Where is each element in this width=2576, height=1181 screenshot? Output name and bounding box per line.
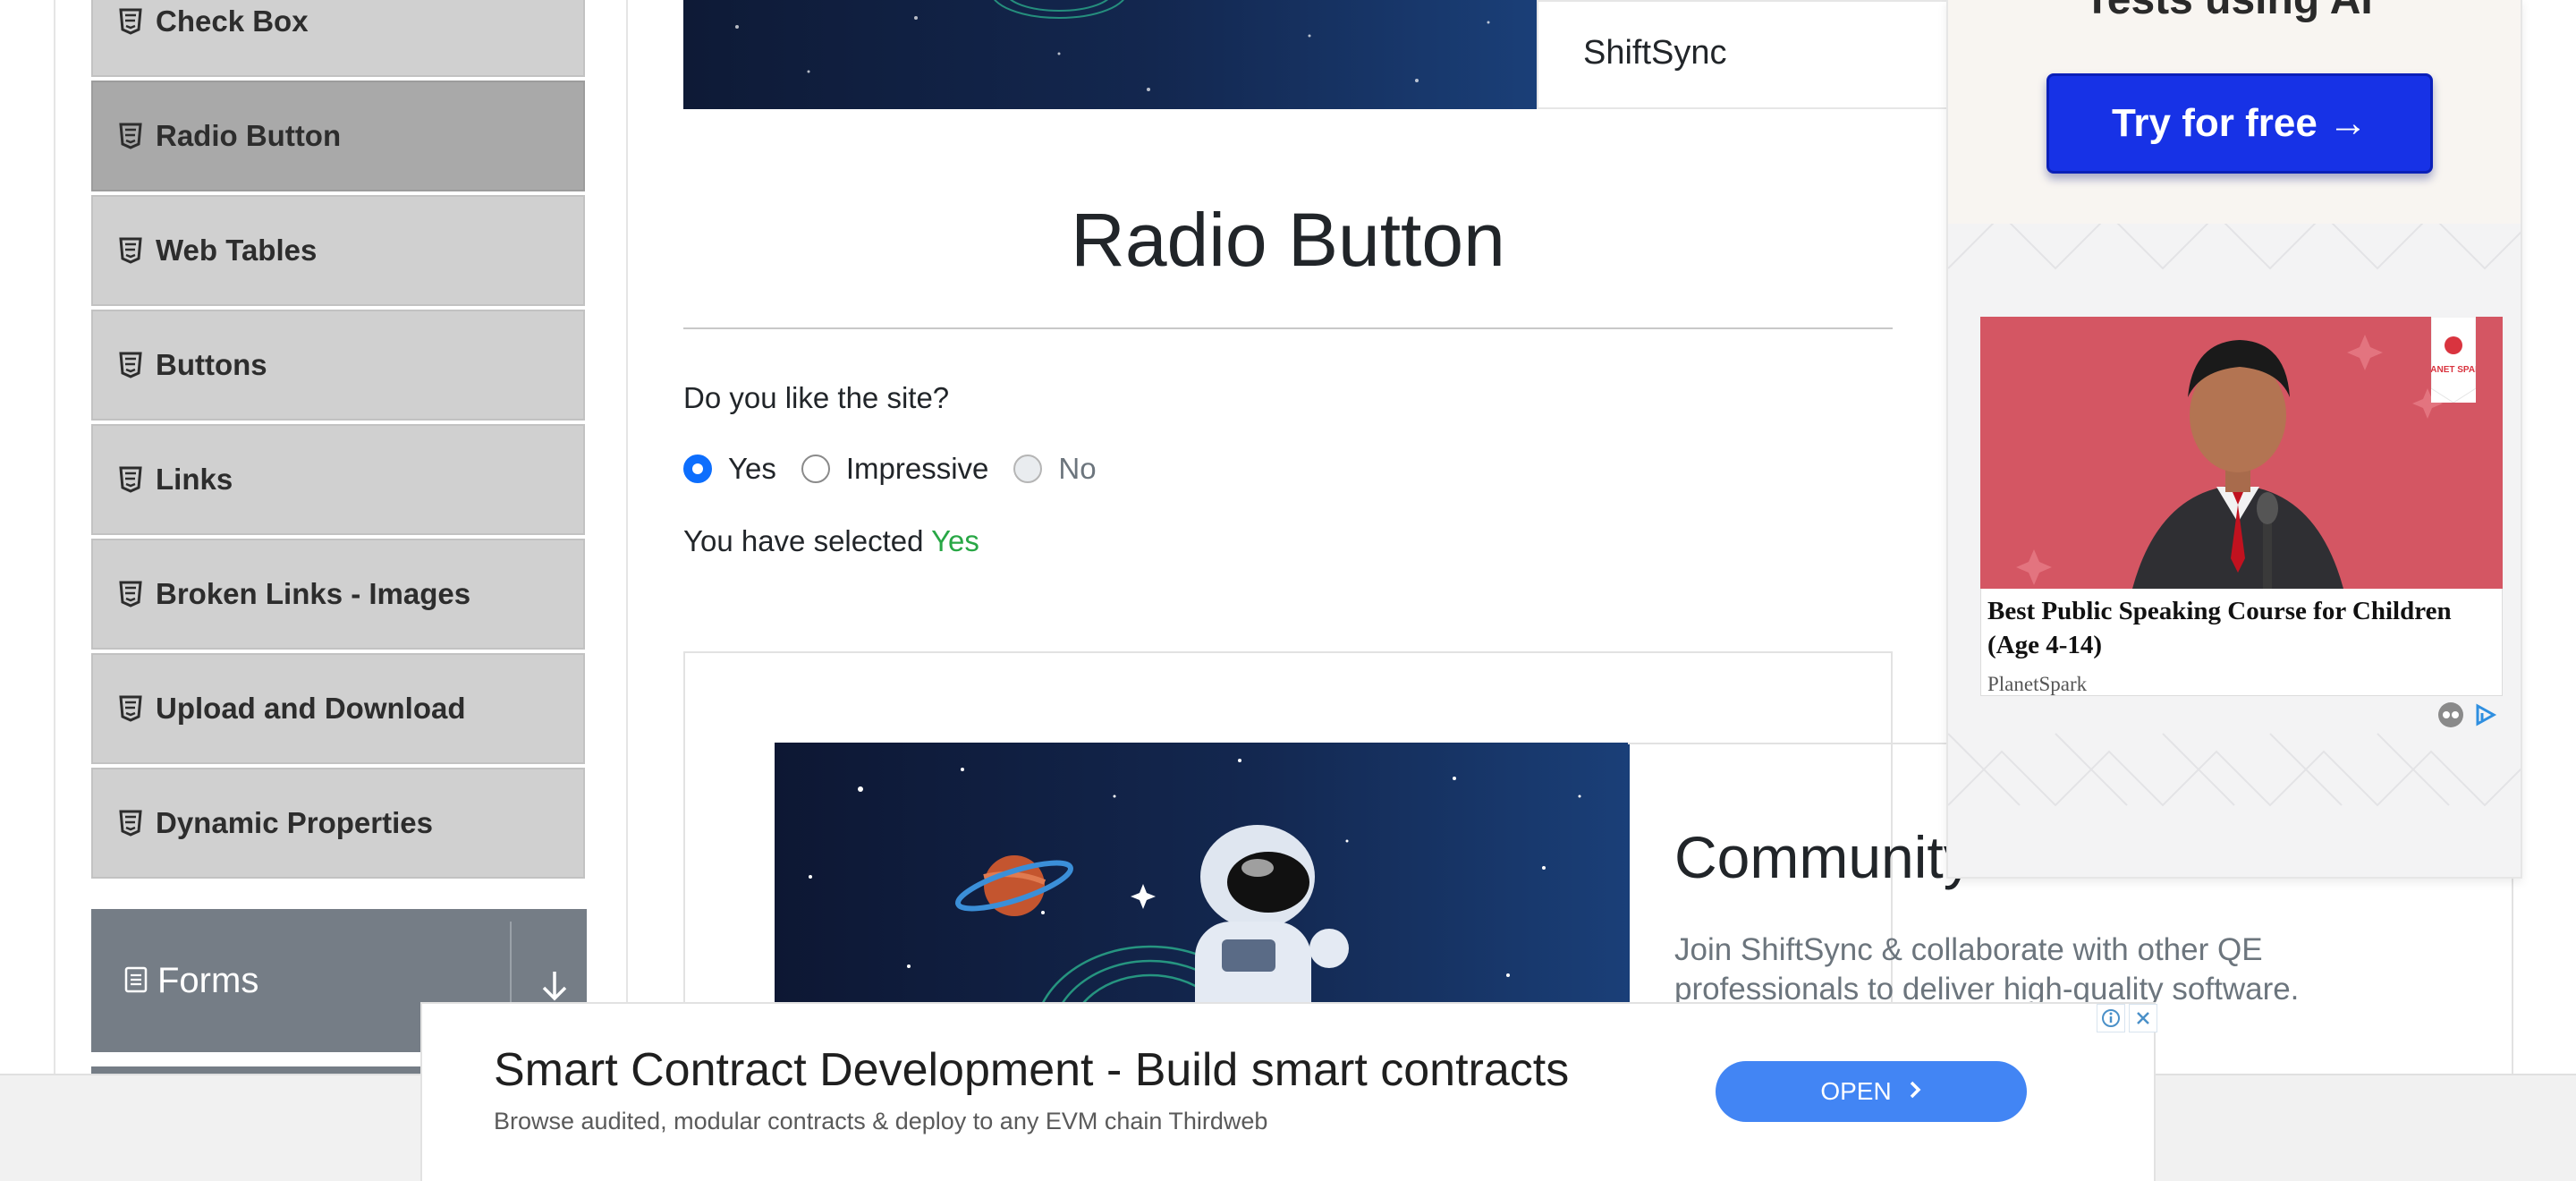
- result-prefix: You have selected: [683, 524, 924, 557]
- ad-card-source[interactable]: PlanetSpark: [1987, 673, 2087, 696]
- radio-impressive-label[interactable]: Impressive: [846, 452, 989, 486]
- radio-yes[interactable]: [683, 455, 712, 483]
- heading-divider: [683, 327, 1893, 329]
- html5-icon: [118, 695, 143, 722]
- sidebar-item-radio-button[interactable]: Radio Button: [91, 81, 585, 191]
- shiftsync-brand-text: ShiftSync: [1583, 34, 1727, 72]
- sidebar-item-web-tables[interactable]: Web Tables: [91, 195, 585, 306]
- sidebar-item-check-box[interactable]: Check Box: [91, 0, 585, 77]
- chevron-right-icon: [1908, 1077, 1922, 1106]
- try-for-free-button[interactable]: Try for free →: [2046, 73, 2433, 174]
- bottom-ad-subtitle[interactable]: Browse audited, modular contracts & depl…: [494, 1108, 1267, 1135]
- html5-icon: [118, 466, 143, 493]
- ad-controls: [2097, 1004, 2157, 1032]
- bottom-ad-title[interactable]: Smart Contract Development - Build smart…: [494, 1043, 1569, 1097]
- page-title: Radio Button: [1071, 198, 1505, 282]
- radio-impressive[interactable]: [801, 455, 830, 483]
- info-icon[interactable]: [2097, 1004, 2125, 1032]
- sidebar-item-label: Check Box: [156, 4, 309, 38]
- sidebar-item-label: Radio Button: [156, 119, 342, 152]
- ad-feedback-icon[interactable]: [2436, 701, 2465, 734]
- planetspark-logo-tag: PLANET SPARK: [2419, 316, 2488, 404]
- sidebar-item-links[interactable]: Links: [91, 424, 585, 535]
- ad-headline-cut: Tests using AI: [2084, 0, 2373, 24]
- shiftsync-banner-image[interactable]: [683, 0, 1538, 109]
- html5-icon: [118, 123, 143, 149]
- community-description: Join ShiftSync & collaborate with other …: [1674, 932, 2300, 1007]
- adchoices-icon[interactable]: [2472, 702, 2497, 732]
- html5-icon: [118, 352, 143, 378]
- sidebar-item-buttons[interactable]: Buttons: [91, 310, 585, 421]
- radio-question: Do you like the site?: [683, 381, 950, 414]
- open-button-label: OPEN: [1820, 1077, 1892, 1105]
- html5-icon: [118, 237, 143, 264]
- html5-icon: [118, 8, 143, 35]
- radio-no-label[interactable]: No: [1058, 452, 1096, 486]
- radio-group: Yes Impressive No: [683, 451, 1122, 487]
- ad-tag-text: PLANET SPARK: [2431, 365, 2476, 375]
- sidebar-item-broken-links[interactable]: Broken Links - Images: [91, 539, 585, 650]
- html5-icon: [118, 581, 143, 607]
- ad-child-photo[interactable]: [1980, 317, 2503, 589]
- sidebar-item-label: Dynamic Properties: [156, 806, 433, 839]
- ad-choices[interactable]: [2436, 701, 2503, 732]
- ad-card-title[interactable]: Best Public Speaking Course for Children…: [1987, 594, 2497, 662]
- sidebar-item-label: Web Tables: [156, 234, 318, 267]
- html5-icon: [118, 810, 143, 837]
- sidebar-border-left: [54, 0, 55, 1074]
- document-icon: [123, 965, 150, 996]
- sidebar-item-label: Links: [156, 463, 233, 496]
- radio-no[interactable]: [1013, 455, 1043, 483]
- sidebar-group-label: Forms: [157, 960, 259, 1000]
- selection-result: You have selected Yes: [683, 524, 979, 558]
- radio-yes-label[interactable]: Yes: [728, 452, 776, 486]
- sidebar-item-label: Upload and Download: [156, 692, 466, 725]
- sidebar-border-right: [626, 0, 628, 1074]
- sidebar-item-dynamic-properties[interactable]: Dynamic Properties: [91, 768, 585, 879]
- sidebar-item-label: Buttons: [156, 348, 267, 381]
- sidebar-item-upload-download[interactable]: Upload and Download: [91, 653, 585, 764]
- community-title: Community: [1674, 824, 1973, 890]
- result-value: Yes: [931, 524, 979, 557]
- sidebar-item-label: Broken Links - Images: [156, 577, 471, 610]
- close-icon[interactable]: [2129, 1004, 2157, 1032]
- bottom-ad-open-button[interactable]: OPEN: [1716, 1061, 2027, 1122]
